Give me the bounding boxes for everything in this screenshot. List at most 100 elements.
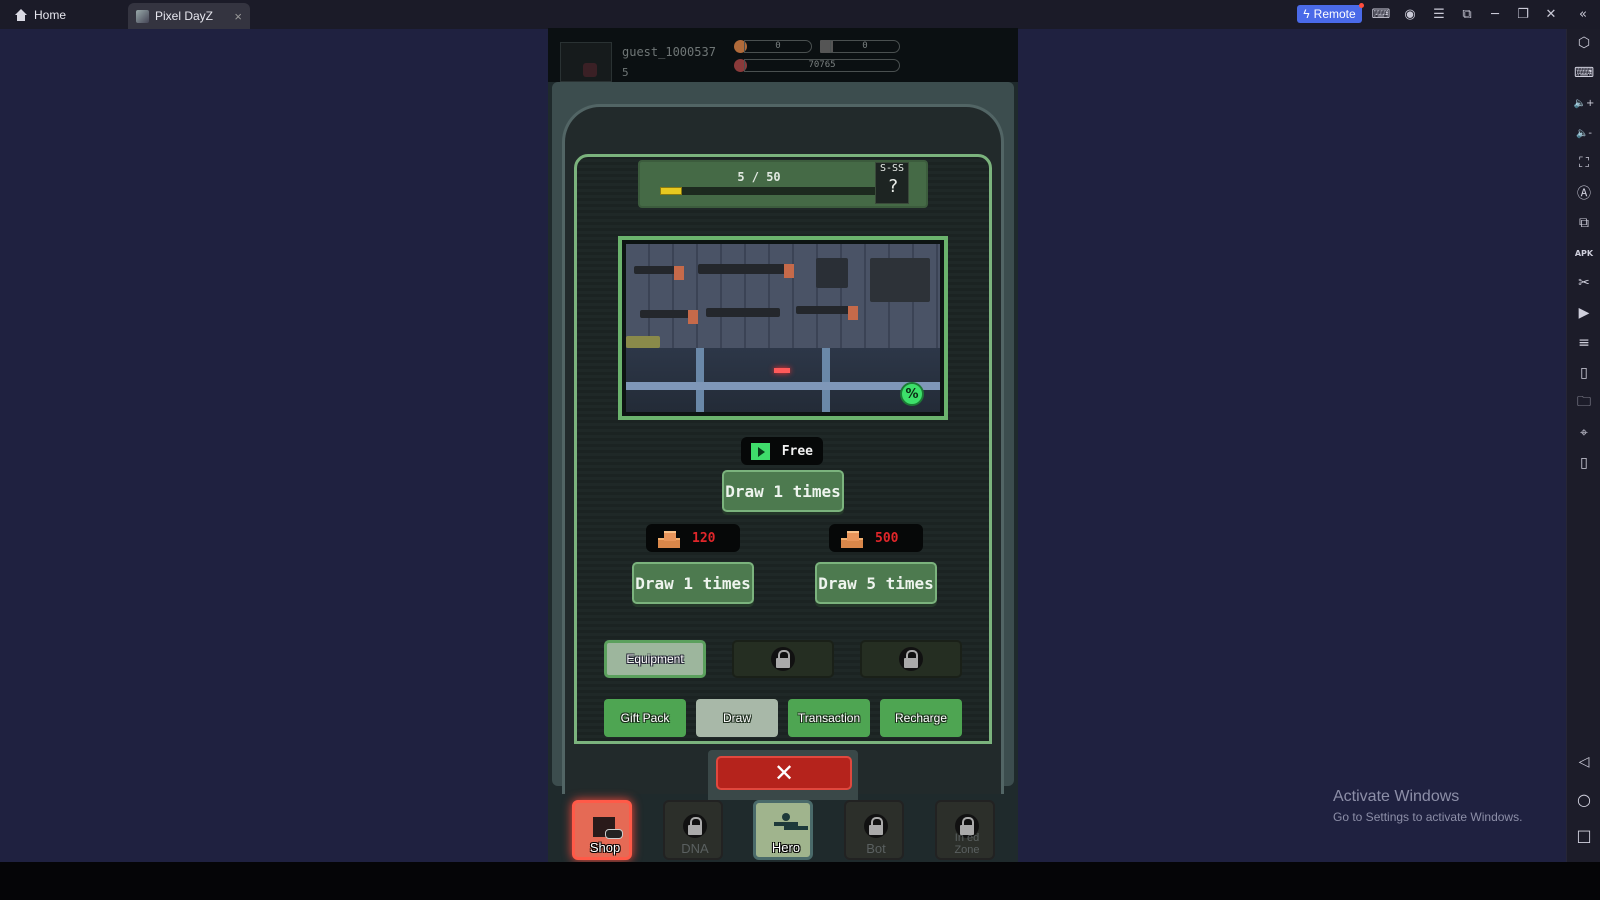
fullscreen-icon[interactable]: ⛶ <box>1572 152 1596 174</box>
draw-1-cost-value: 120 <box>692 530 716 546</box>
player-level: 5 <box>622 66 629 79</box>
emulator-sidebar: ⬡ ⌨ 🔈+ 🔈- ⛶ Ⓐ ⧉ APK ✂ ▶ ≡ ▯ 🗀 ⌖ ▯ ◁ ○ □ <box>1566 29 1600 862</box>
collapse-sidebar-icon[interactable]: « <box>1575 6 1591 22</box>
lock-icon <box>899 647 923 671</box>
draw-progress-fill <box>660 187 682 195</box>
draw-5-cost: 500 <box>829 524 923 552</box>
close-tab-icon[interactable]: × <box>234 9 242 24</box>
media-icon[interactable]: ▶ <box>1572 302 1596 324</box>
apk-install-icon[interactable]: APK <box>1572 242 1596 264</box>
nav-infected-zone[interactable]: In ed Zone <box>935 800 995 860</box>
close-shop-button[interactable]: ✕ <box>716 756 852 790</box>
nav-shop-label: Shop <box>589 840 621 855</box>
draw-5-cost-value: 500 <box>875 530 899 546</box>
shake-icon[interactable]: ▯ <box>1572 362 1596 384</box>
rotate-device-icon[interactable]: ▯ <box>1572 452 1596 474</box>
weapon-sniper <box>796 306 858 320</box>
tab-draw[interactable]: Draw <box>696 699 778 737</box>
draw-progress-panel: 5 / 50 S-SS ? <box>638 160 928 208</box>
draw-5-button[interactable]: Draw 5 times <box>815 562 937 604</box>
draw-1-button[interactable]: Draw 1 times <box>632 562 754 604</box>
player-avatar[interactable] <box>560 42 612 82</box>
recents-icon[interactable]: □ <box>1572 824 1596 846</box>
nav-shop[interactable]: Shop <box>572 800 632 860</box>
notes-icon[interactable]: ≡ <box>1572 332 1596 354</box>
close-window-icon[interactable]: ✕ <box>1543 6 1559 22</box>
screenshot-window-icon[interactable]: ⧉ <box>1459 6 1475 22</box>
rank-label: S-SS <box>879 163 905 174</box>
category-equipment[interactable]: Equipment <box>604 640 706 678</box>
home-icon <box>14 9 28 21</box>
player-name: guest_1000537 <box>622 45 716 59</box>
weapon-smg <box>640 310 698 324</box>
nav-hero-label: Hero <box>771 840 801 855</box>
restore-icon[interactable]: ❐ <box>1515 6 1531 22</box>
gold-value: 0 <box>744 40 812 53</box>
grenade-rack <box>870 258 930 302</box>
tab-home[interactable]: Home <box>14 4 66 26</box>
game-icon <box>136 9 149 23</box>
ammo-crates <box>626 336 660 348</box>
tab-pixel-dayz[interactable]: Pixel DayZ × <box>128 3 250 29</box>
lock-icon <box>864 814 888 838</box>
volume-up-icon[interactable]: 🔈+ <box>1572 92 1596 114</box>
tab-game-label: Pixel DayZ <box>155 9 214 23</box>
weapon-banner: % <box>618 236 948 420</box>
coin-value: 70765 <box>744 59 900 72</box>
nav-hero[interactable]: Hero <box>753 800 813 860</box>
lightning-icon: ϟ <box>1303 7 1310 21</box>
tab-recharge[interactable]: Recharge <box>880 699 962 737</box>
activate-windows-watermark: Activate Windows Go to Settings to activ… <box>1333 788 1522 824</box>
minimize-icon[interactable]: ─ <box>1487 6 1503 22</box>
volume-down-icon[interactable]: 🔈- <box>1572 122 1596 144</box>
nav-dna-label: DNA <box>681 841 709 856</box>
free-draw-1-button[interactable]: Draw 1 times <box>722 470 844 512</box>
title-bar: Home Pixel DayZ × ϟ Remote ⌨ ◉ ☰ ⧉ ─ ❐ ✕… <box>0 0 1600 29</box>
card-value: 0 <box>830 40 900 53</box>
draw-progress-text: 5 / 50 <box>737 170 781 184</box>
free-draw-cost: Free <box>741 437 823 465</box>
gamepad-icon[interactable]: ⌨ <box>1372 6 1391 22</box>
tab-gift-pack[interactable]: Gift Pack <box>604 699 686 737</box>
player-profile: guest_1000537 5 0 0 70765 <box>548 28 1018 82</box>
guaranteed-reward-box[interactable]: S-SS ? <box>875 162 909 204</box>
red-light <box>774 368 790 373</box>
account-icon[interactable]: ◉ <box>1402 6 1418 22</box>
nav-bot[interactable]: Bot <box>844 800 904 860</box>
weapon-rifle <box>698 264 794 278</box>
settings-hex-icon[interactable]: ⬡ <box>1572 32 1596 54</box>
shelf-post <box>822 348 830 412</box>
discount-badge[interactable]: % <box>900 382 924 406</box>
folder-icon[interactable]: 🗀 <box>1572 392 1596 414</box>
shop-box-icon <box>591 813 623 839</box>
weapon-carbine <box>706 308 780 317</box>
keyboard-icon[interactable]: ⌨ <box>1572 62 1596 84</box>
home-circle-icon[interactable]: ○ <box>1572 788 1596 810</box>
back-icon[interactable]: ◁ <box>1572 751 1596 773</box>
shelf-post <box>696 348 704 412</box>
ammo-rack <box>816 258 848 288</box>
shelf-bar <box>626 381 940 390</box>
hero-figure-icon <box>772 813 800 843</box>
scissors-icon[interactable]: ✂ <box>1572 272 1596 294</box>
video-ad-icon <box>751 442 770 460</box>
close-icon: ✕ <box>773 759 795 787</box>
remote-button[interactable]: ϟ Remote <box>1297 3 1364 23</box>
draw-1-cost: 120 <box>646 524 740 552</box>
multi-instance-icon[interactable]: ⧉ <box>1572 212 1596 234</box>
location-icon[interactable]: ⌖ <box>1572 422 1596 444</box>
auto-rotate-icon[interactable]: Ⓐ <box>1572 182 1596 204</box>
bottom-bar <box>0 862 1600 900</box>
draw-progress-track <box>660 187 878 195</box>
menu-icon[interactable]: ☰ <box>1431 6 1447 22</box>
lock-icon <box>683 814 707 838</box>
gold-bars-icon <box>656 530 680 548</box>
nav-infected-zone-label: In ed Zone <box>954 832 980 856</box>
free-label: Free <box>781 443 813 459</box>
weapon-rack-image: % <box>626 244 940 412</box>
nav-dna[interactable]: DNA <box>663 800 723 860</box>
category-locked-2[interactable] <box>860 640 962 678</box>
category-locked-1[interactable] <box>732 640 834 678</box>
tab-transaction[interactable]: Transaction <box>788 699 870 737</box>
activate-title: Activate Windows <box>1333 788 1460 805</box>
